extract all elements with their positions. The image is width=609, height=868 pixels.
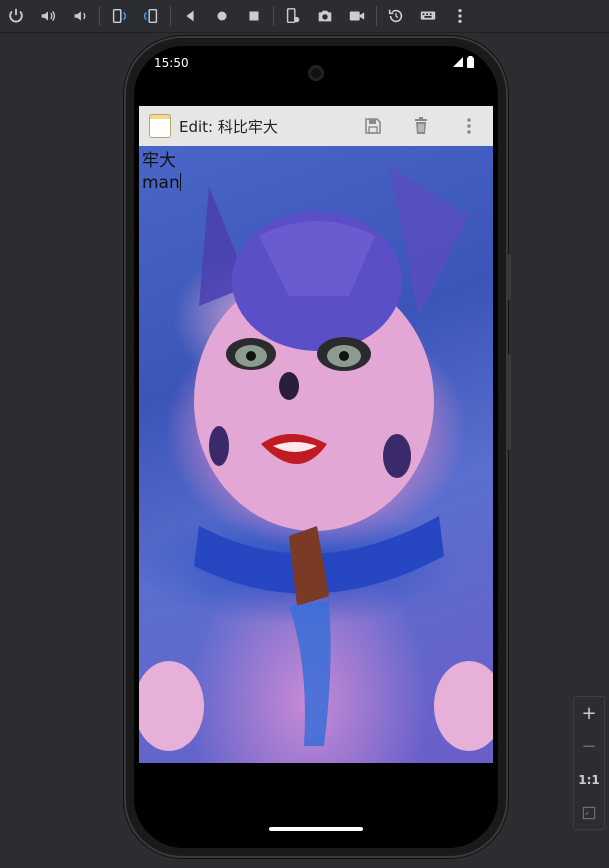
zoom-controls: + − 1:1: [573, 696, 605, 830]
note-line-1: 牢大: [142, 151, 176, 171]
emulator-toolbar: [0, 0, 609, 33]
toolbar-divider: [170, 6, 171, 26]
battery-icon: [467, 56, 474, 68]
front-camera-icon: [308, 65, 324, 81]
save-icon: [365, 118, 381, 134]
toolbar-divider: [376, 6, 377, 26]
delete-button[interactable]: [397, 106, 445, 146]
actual-size-button[interactable]: 1:1: [574, 763, 604, 796]
status-time: 15:50: [154, 56, 189, 70]
text-cursor: [179, 173, 181, 191]
save-button[interactable]: [349, 106, 397, 146]
signal-icon: [453, 57, 463, 67]
overflow-menu-icon: [467, 118, 471, 134]
home-gesture-bar[interactable]: [269, 827, 363, 831]
keyboard-icon[interactable]: [412, 0, 444, 32]
overflow-menu-button[interactable]: [445, 106, 493, 146]
volume-up-icon[interactable]: [32, 0, 64, 32]
volume-side-button: [508, 254, 511, 300]
overview-icon[interactable]: [238, 0, 270, 32]
status-bar: 15:50: [134, 46, 498, 84]
video-icon[interactable]: [341, 0, 373, 32]
more-icon[interactable]: [444, 0, 476, 32]
device-settings-icon[interactable]: [277, 0, 309, 32]
toolbar-divider: [99, 6, 100, 26]
device-frame: 15:50 Edit: 科比牢大 牢大 man: [124, 36, 511, 858]
zoom-in-button[interactable]: +: [574, 697, 604, 730]
rotate-left-icon[interactable]: [103, 0, 135, 32]
app-bar: Edit: 科比牢大: [139, 106, 493, 146]
camera-icon[interactable]: [309, 0, 341, 32]
status-icons: [453, 56, 474, 68]
rotate-right-icon[interactable]: [135, 0, 167, 32]
delete-icon: [415, 117, 427, 134]
editor-area[interactable]: 牢大 man: [139, 146, 493, 763]
page-title: Edit: 科比牢大: [179, 117, 278, 136]
power-side-button: [508, 354, 511, 450]
zoom-out-button[interactable]: −: [574, 730, 604, 763]
device-screen: 15:50 Edit: 科比牢大 牢大 man: [134, 46, 498, 848]
note-line-2-text: man: [142, 173, 180, 193]
fit-screen-icon[interactable]: [574, 796, 604, 829]
home-icon[interactable]: [206, 0, 238, 32]
snapshot-icon[interactable]: [380, 0, 412, 32]
navigation-bar: [134, 763, 498, 848]
note-text[interactable]: 牢大 man: [142, 150, 181, 194]
note-line-2: man: [142, 172, 181, 194]
notepad-app-icon: [149, 114, 171, 138]
volume-down-icon[interactable]: [64, 0, 96, 32]
power-icon[interactable]: [0, 0, 32, 32]
back-icon[interactable]: [174, 0, 206, 32]
background-image: [139, 166, 493, 751]
toolbar-divider: [273, 6, 274, 26]
